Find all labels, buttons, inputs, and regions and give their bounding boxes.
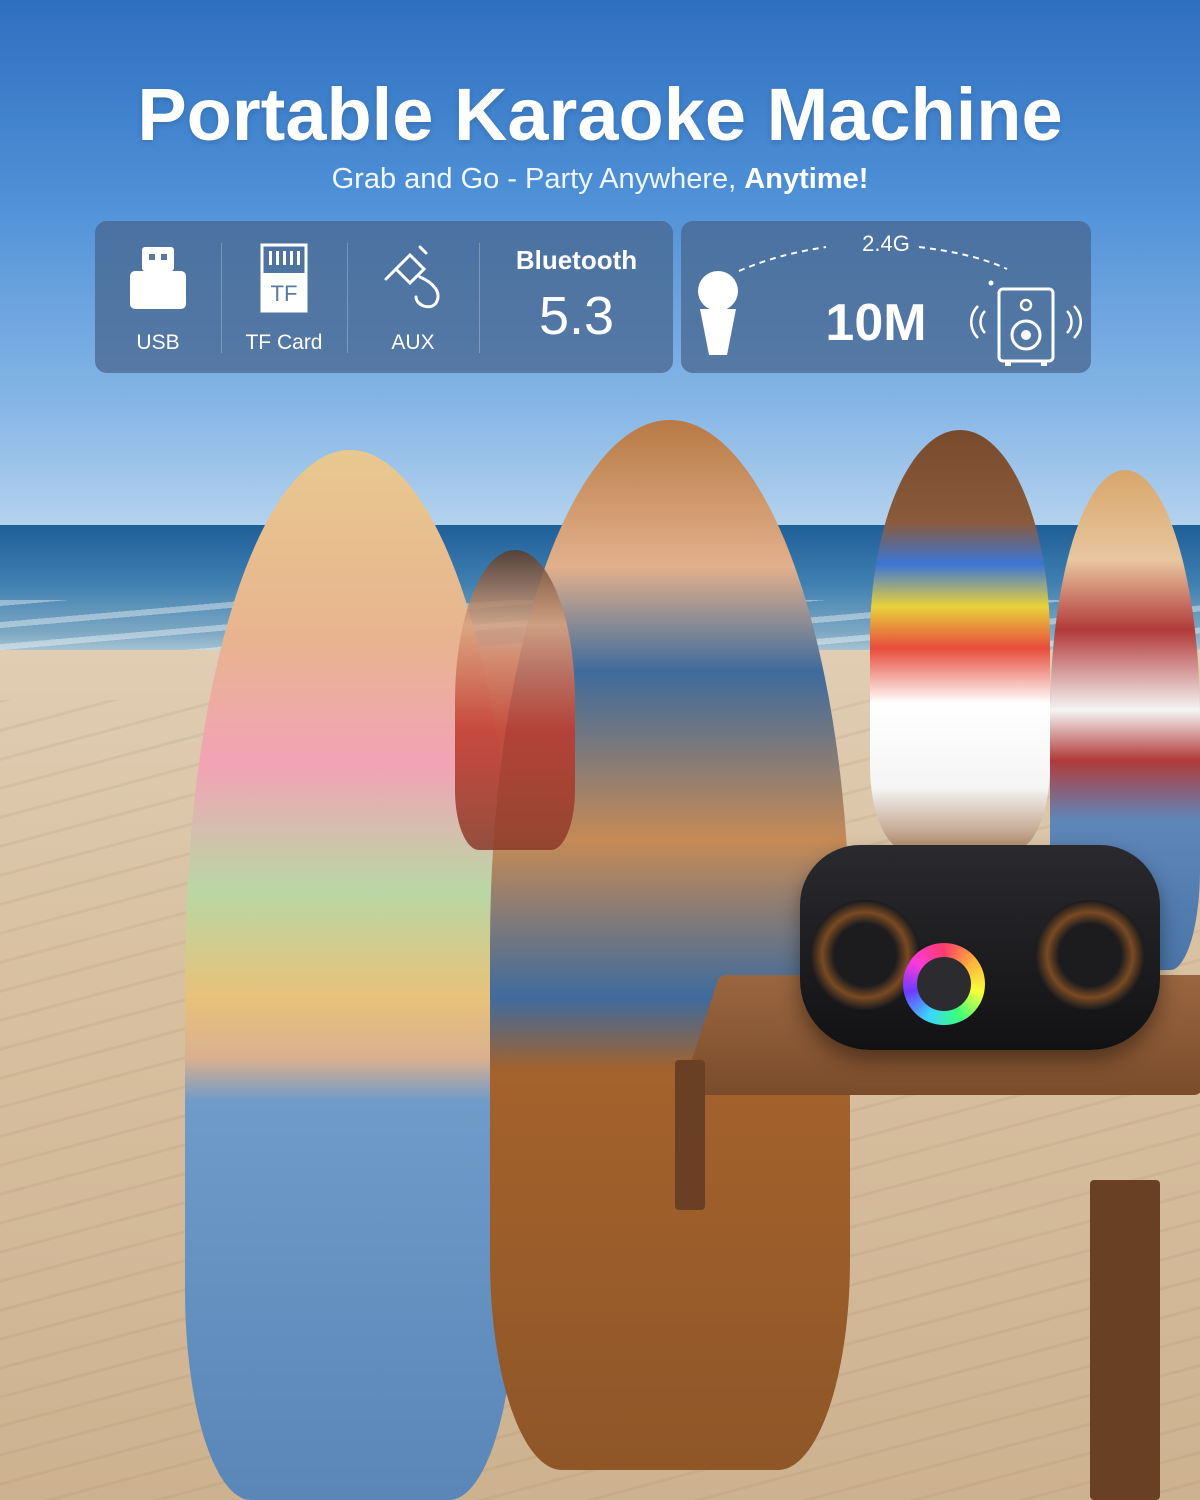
page-subtitle: Grab and Go - Party Anywhere, Anytime! [0,163,1200,196]
table-leg [675,1060,705,1210]
usb-drive-icon [95,243,221,313]
karaoke-speaker [800,845,1160,1050]
feature-aux-label: AUX [391,331,435,354]
microphone-icon [698,271,738,355]
tf-card-icon-text: TF [271,281,298,306]
feature-usb-label: USB [136,331,180,354]
signal-dash-left [738,246,827,272]
table-leg [1090,1180,1160,1500]
bluetooth-version: 5.3 [538,286,615,346]
page-title: Portable Karaoke Machine [137,73,1063,156]
feature-aux: AUX [348,221,478,373]
speaker-icon [970,280,1082,366]
tf-card-icon: TF [222,243,346,313]
feature-usb: USB [95,221,221,373]
feature-tf-card: TF TF Card [222,221,346,373]
wireless-range-panel: 2.4G 10M [681,221,1091,373]
feature-tf-card-label: TF Card [245,331,323,354]
feature-bluetooth: Bluetooth 5.3 [480,221,673,373]
wireless-frequency: 2.4G [862,231,910,256]
person-woman-background [455,550,575,850]
person-girl-striped-shirt [185,450,515,1500]
person-rainbow-shirt [870,430,1050,850]
bluetooth-title: Bluetooth [515,245,638,275]
connectivity-panel: USB TF TF Card AUX Bluetooth 5.3 [95,221,673,373]
subtitle-emphasis: Anytime! [744,163,869,195]
speaker-woofer-right [1035,900,1145,1010]
aux-cable-icon [348,243,478,313]
rgb-light-ring [903,943,985,1025]
wireless-range: 10M [825,294,927,352]
subtitle-text: Grab and Go - Party Anywhere, [331,163,745,195]
